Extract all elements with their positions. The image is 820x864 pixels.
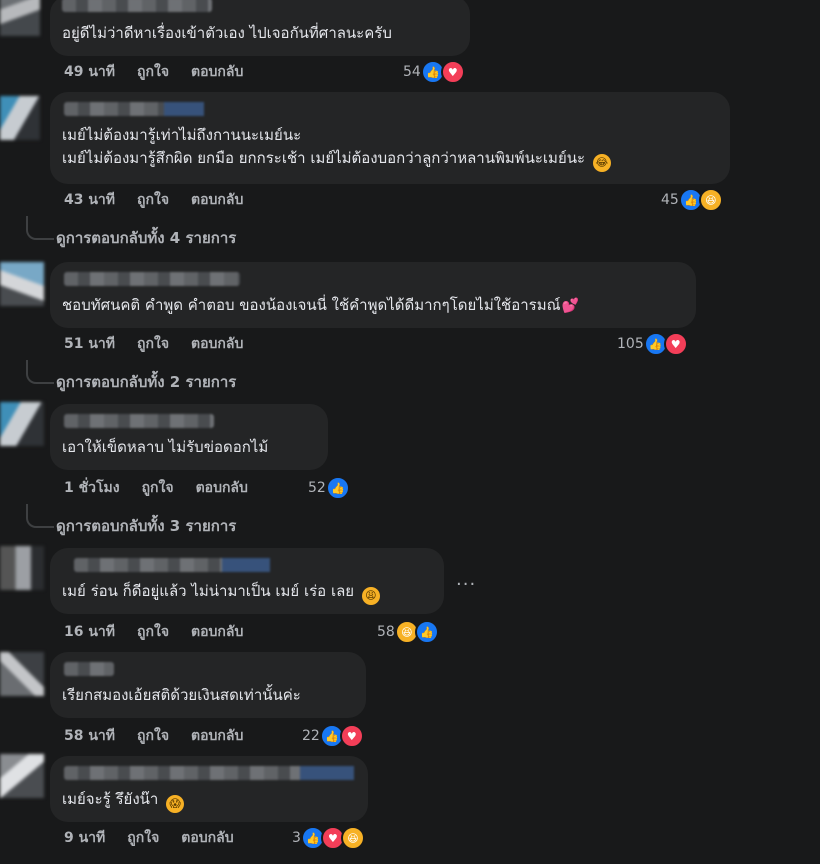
- thread-line: [26, 216, 54, 240]
- comment-actions: 16 นาที ถูกใจ ตอบกลับ: [64, 622, 265, 642]
- avatar[interactable]: [0, 754, 44, 798]
- reaction-summary[interactable]: 105 👍 ♥: [617, 332, 688, 356]
- commenter-name[interactable]: [64, 414, 214, 428]
- scared-emoji: 😱: [166, 795, 185, 813]
- more-options-icon[interactable]: ···: [456, 574, 476, 595]
- reaction-count: 54: [403, 64, 421, 80]
- comment-time[interactable]: 51 นาที: [64, 333, 115, 355]
- comment-bubble: เรียกสมองเอ้ยสติด้วยเงินสดเท่านั้นค่ะ: [50, 652, 366, 718]
- comment-actions: 51 นาที ถูกใจ ตอบกลับ: [64, 334, 265, 354]
- reaction-count: 52: [308, 480, 326, 496]
- reaction-count: 3: [292, 830, 301, 846]
- reply-link[interactable]: ตอบกลับ: [191, 333, 243, 355]
- reaction-summary[interactable]: 3 👍 ♥ 😆: [292, 826, 365, 850]
- reaction-count: 58: [377, 624, 395, 640]
- reaction-summary[interactable]: 58 😆 👍: [377, 620, 439, 644]
- comment-actions: 49 นาที ถูกใจ ตอบกลับ: [64, 62, 265, 82]
- comment-time[interactable]: 16 นาที: [64, 621, 115, 643]
- avatar[interactable]: [0, 96, 40, 140]
- reaction-count: 22: [302, 728, 320, 744]
- reply-link[interactable]: ตอบกลับ: [191, 725, 243, 747]
- avatar[interactable]: [0, 546, 44, 590]
- comment-actions: 1 ชั่วโมง ถูกใจ ตอบกลับ: [64, 478, 270, 498]
- reply-link[interactable]: ตอบกลับ: [196, 477, 248, 499]
- comment-text: ชอบทัศนคติ คำพูด คำตอบ ของน้องเจนนี่ ใช้…: [62, 294, 682, 318]
- comment-bubble: เมย์ไม่ต้องมารู้เท่าไม่ถึงกานนะเมย์นะ เม…: [50, 92, 730, 184]
- like-link[interactable]: ถูกใจ: [137, 621, 169, 643]
- comment-time[interactable]: 58 นาที: [64, 725, 115, 747]
- comment-text: เมย์จะรู้ รึยังน๊า 😱: [62, 788, 354, 813]
- reply-link[interactable]: ตอบกลับ: [191, 621, 243, 643]
- like-link[interactable]: ถูกใจ: [137, 725, 169, 747]
- like-link[interactable]: ถูกใจ: [137, 61, 169, 83]
- commenter-name[interactable]: [64, 102, 204, 116]
- reaction-count: 45: [661, 192, 679, 208]
- comment-text: เรียกสมองเอ้ยสติด้วยเงินสดเท่านั้นค่ะ: [62, 686, 301, 704]
- comment-bubble: ชอบทัศนคติ คำพูด คำตอบ ของน้องเจนนี่ ใช้…: [50, 262, 696, 328]
- commenter-name[interactable]: [74, 558, 270, 572]
- thread-line: [26, 504, 54, 528]
- love-icon: ♥: [339, 724, 364, 748]
- reply-link[interactable]: ตอบกลับ: [181, 827, 233, 849]
- like-link[interactable]: ถูกใจ: [137, 189, 169, 211]
- love-icon: ♥: [440, 60, 465, 84]
- avatar[interactable]: [0, 402, 44, 446]
- comment-bubble: เอาให้เข็ดหลาบ ไม่รับข่อดอกไม้: [50, 404, 328, 470]
- reply-link[interactable]: ตอบกลับ: [191, 61, 243, 83]
- comment-text: เมย์ไม่ต้องมารู้สึกผิด ยกมือ ยกกระเช้า เ…: [62, 147, 716, 172]
- like-link[interactable]: ถูกใจ: [137, 333, 169, 355]
- like-link[interactable]: ถูกใจ: [127, 827, 159, 849]
- comment-text: เมย์ ร่อน ก็ดีอยู่แล้ว ไม่น่ามาเป็น เมย์…: [62, 580, 430, 605]
- heart-emoji: 💕: [561, 298, 579, 314]
- view-replies-link[interactable]: ดูการตอบกลับทั้ง 3 รายการ: [56, 514, 236, 538]
- reaction-summary[interactable]: 54 👍 ♥: [403, 60, 465, 84]
- view-replies-link[interactable]: ดูการตอบกลับทั้ง 4 รายการ: [56, 226, 236, 250]
- comment-time[interactable]: 9 นาที: [64, 827, 105, 849]
- love-icon: ♥: [663, 332, 688, 356]
- comment-time[interactable]: 49 นาที: [64, 61, 115, 83]
- tired-emoji: 😩: [361, 587, 380, 605]
- haha-icon: 😆: [698, 188, 723, 212]
- comment-time[interactable]: 1 ชั่วโมง: [64, 477, 120, 499]
- reaction-summary[interactable]: 52 👍: [308, 476, 350, 500]
- comment-bubble: อยู่ดีไม่ว่าดีหาเรื่องเข้าตัวเอง ไปเจอกั…: [50, 0, 470, 56]
- commenter-name[interactable]: [64, 662, 114, 676]
- comment-text: อยู่ดีไม่ว่าดีหาเรื่องเข้าตัวเอง ไปเจอกั…: [62, 24, 392, 42]
- comment-time[interactable]: 43 นาที: [64, 189, 115, 211]
- thread-line: [26, 360, 54, 384]
- reply-link[interactable]: ตอบกลับ: [191, 189, 243, 211]
- like-icon: 👍: [414, 620, 439, 644]
- avatar[interactable]: [0, 0, 40, 36]
- avatar[interactable]: [0, 262, 44, 306]
- comment-actions: 9 นาที ถูกใจ ตอบกลับ: [64, 828, 256, 848]
- like-link[interactable]: ถูกใจ: [142, 477, 174, 499]
- comment-actions: 58 นาที ถูกใจ ตอบกลับ: [64, 726, 265, 746]
- avatar[interactable]: [0, 652, 44, 696]
- view-replies-link[interactable]: ดูการตอบกลับทั้ง 2 รายการ: [56, 370, 236, 394]
- comment-actions: 43 นาที ถูกใจ ตอบกลับ: [64, 190, 265, 210]
- commenter-name[interactable]: [64, 766, 354, 780]
- like-icon: 👍: [325, 476, 350, 500]
- reaction-count: 105: [617, 336, 644, 352]
- comment-bubble: เมย์ ร่อน ก็ดีอยู่แล้ว ไม่น่ามาเป็น เมย์…: [50, 548, 444, 614]
- haha-icon: 😆: [340, 826, 365, 850]
- reaction-summary[interactable]: 45 👍 😆: [661, 188, 723, 212]
- comment-text: เอาให้เข็ดหลาบ ไม่รับข่อดอกไม้: [62, 438, 269, 456]
- commenter-name[interactable]: [62, 0, 212, 12]
- commenter-name[interactable]: [64, 272, 240, 286]
- comment-text: เมย์ไม่ต้องมารู้เท่าไม่ถึงกานนะเมย์นะ: [62, 126, 302, 144]
- reaction-summary[interactable]: 22 👍 ♥: [302, 724, 364, 748]
- comment-bubble: เมย์จะรู้ รึยังน๊า 😱: [50, 756, 368, 822]
- rofl-emoji: 😂: [592, 154, 611, 172]
